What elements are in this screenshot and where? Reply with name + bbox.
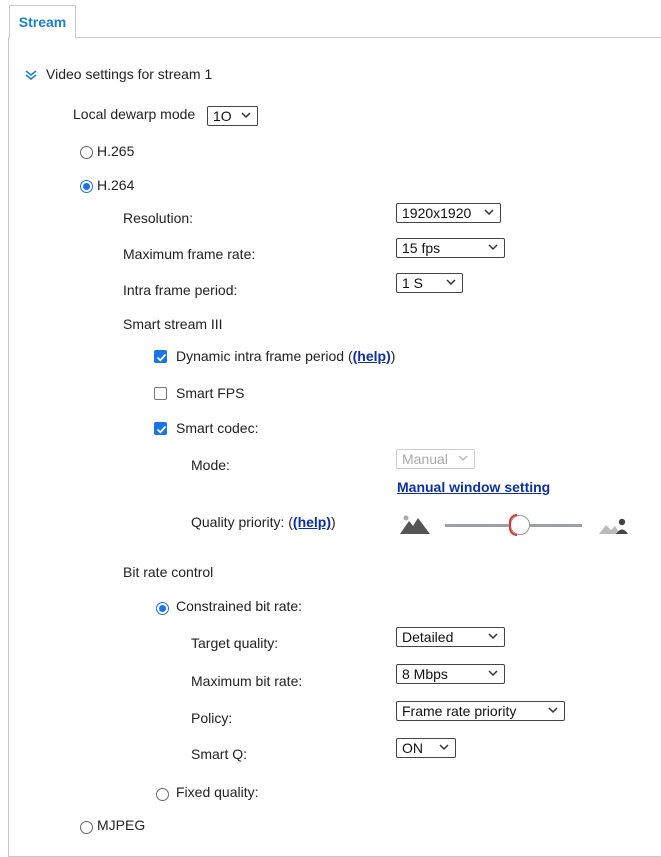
target-quality-value: Detailed xyxy=(402,629,454,645)
dynamic-intra-label: Dynamic intra frame period ((help)) xyxy=(176,348,395,364)
dewarp-label: Local dewarp mode xyxy=(73,106,196,122)
mode-value: Manual xyxy=(402,451,448,467)
mode-label: Mode: xyxy=(191,457,230,473)
fixed-quality-radio[interactable] xyxy=(156,788,169,801)
dynamic-intra-text: Dynamic intra frame period ( xyxy=(176,348,353,364)
intra-frame-period-label: Intra frame period: xyxy=(123,282,238,298)
tab-stream[interactable]: Stream xyxy=(9,5,76,38)
chevron-down-icon xyxy=(548,707,558,714)
h264-radio[interactable] xyxy=(80,180,93,193)
chevron-down-icon xyxy=(458,455,468,462)
chevron-down-icon[interactable] xyxy=(24,68,38,82)
target-quality-select[interactable]: Detailed xyxy=(396,627,505,647)
target-quality-label: Target quality: xyxy=(191,635,279,651)
smart-codec-label: Smart codec: xyxy=(176,420,259,436)
resolution-value: 1920x1920 xyxy=(402,205,472,221)
section-title: Video settings for stream 1 xyxy=(46,66,213,82)
mode-select: Manual xyxy=(396,449,475,469)
check-icon xyxy=(156,425,167,434)
dynamic-intra-help-link[interactable]: (help) xyxy=(353,348,391,364)
chevron-down-icon xyxy=(241,112,251,119)
chevron-down-icon xyxy=(488,633,498,640)
max-bit-rate-value: 8 Mbps xyxy=(402,666,448,682)
policy-label: Policy: xyxy=(191,710,233,726)
chevron-down-icon xyxy=(484,209,494,216)
intra-frame-period-select[interactable]: 1 S xyxy=(396,273,463,293)
h265-label: H.265 xyxy=(97,143,135,159)
dewarp-select[interactable]: 1O xyxy=(207,106,258,126)
chevron-down-icon xyxy=(488,244,498,251)
dynamic-intra-checkbox[interactable] xyxy=(154,350,167,363)
bit-rate-control-title: Bit rate control xyxy=(123,564,214,580)
max-frame-rate-select[interactable]: 15 fps xyxy=(396,238,505,258)
smart-codec-checkbox[interactable] xyxy=(154,422,167,435)
smart-fps-checkbox[interactable] xyxy=(154,387,167,400)
quality-priority-suffix: ) xyxy=(331,514,336,530)
smart-q-select[interactable]: ON xyxy=(396,738,456,758)
resolution-label: Resolution: xyxy=(123,210,194,226)
policy-value: Frame rate priority xyxy=(402,703,517,719)
quality-priority-slider-thumb[interactable] xyxy=(509,514,530,536)
h265-radio[interactable] xyxy=(80,146,93,159)
max-frame-rate-value: 15 fps xyxy=(402,240,441,256)
manual-window-setting-link[interactable]: Manual window setting xyxy=(397,479,550,495)
smart-q-label: Smart Q: xyxy=(191,746,248,762)
resolution-select[interactable]: 1920x1920 xyxy=(396,203,501,223)
dewarp-value: 1O xyxy=(213,108,232,124)
constrained-bit-rate-label: Constrained bit rate: xyxy=(176,598,303,614)
dynamic-intra-suffix: ) xyxy=(390,348,396,364)
chevron-down-icon xyxy=(446,279,456,286)
quality-priority-text: Quality priority: ( xyxy=(191,514,293,530)
mjpeg-label: MJPEG xyxy=(97,817,146,833)
constrained-bit-rate-radio[interactable] xyxy=(156,602,169,615)
smart-stream-title: Smart stream III xyxy=(123,316,223,332)
mjpeg-radio[interactable] xyxy=(80,821,93,834)
quality-priority-help-link[interactable]: (help) xyxy=(293,514,331,530)
person-icon xyxy=(599,518,628,534)
check-icon xyxy=(156,353,167,362)
smart-fps-label: Smart FPS xyxy=(176,385,245,401)
quality-priority-label: Quality priority: ((help)) xyxy=(191,514,336,530)
h264-label: H.264 xyxy=(97,177,135,193)
fixed-quality-label: Fixed quality: xyxy=(176,784,259,800)
policy-select[interactable]: Frame rate priority xyxy=(396,701,565,721)
max-frame-rate-label: Maximum frame rate: xyxy=(123,246,256,262)
max-bit-rate-label: Maximum bit rate: xyxy=(191,673,303,689)
max-bit-rate-select[interactable]: 8 Mbps xyxy=(396,664,505,684)
chevron-down-icon xyxy=(439,744,449,751)
smart-q-value: ON xyxy=(402,740,423,756)
chevron-down-icon xyxy=(488,670,498,677)
stream-panel xyxy=(8,37,661,857)
landscape-icon xyxy=(400,515,430,534)
intra-frame-period-value: 1 S xyxy=(402,275,424,291)
